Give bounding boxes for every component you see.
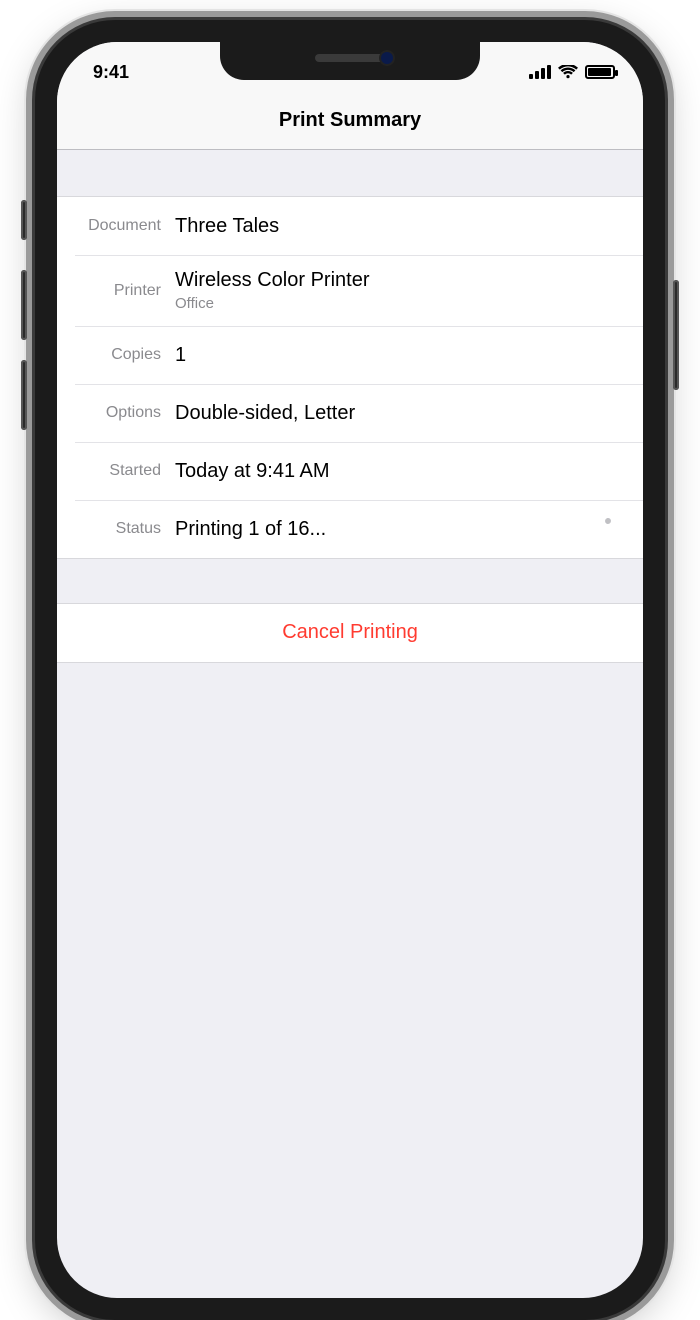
spinner-icon (597, 518, 619, 540)
status-time: 9:41 (93, 62, 129, 83)
row-printer-label: Printer (75, 282, 175, 300)
row-options-value: Double-sided, Letter (175, 401, 625, 426)
print-details-group: Document Three Tales Printer Wireless Co… (57, 196, 643, 559)
row-copies: Copies 1 (75, 326, 643, 384)
volume-up-button (21, 270, 27, 340)
wifi-icon (558, 65, 578, 79)
cancel-group: Cancel Printing (57, 603, 643, 663)
content: Document Three Tales Printer Wireless Co… (57, 150, 643, 663)
screen: 9:41 Print Summary Do (57, 42, 643, 1298)
row-started: Started Today at 9:41 AM (75, 442, 643, 500)
row-copies-value: 1 (175, 343, 625, 368)
row-printer-sub: Office (175, 295, 625, 314)
nav-bar: Print Summary (57, 92, 643, 150)
row-status: Status Printing 1 of 16... (75, 500, 643, 558)
mute-switch (21, 200, 27, 240)
row-started-value: Today at 9:41 AM (175, 459, 625, 484)
page-title: Print Summary (279, 109, 421, 132)
row-document-value: Three Tales (175, 214, 625, 239)
row-printer: Printer Wireless Color Printer Office (75, 255, 643, 326)
row-document: Document Three Tales (75, 197, 643, 255)
row-options: Options Double-sided, Letter (75, 384, 643, 442)
device-frame: 9:41 Print Summary Do (0, 0, 700, 1140)
battery-icon (585, 65, 615, 79)
side-button (673, 280, 679, 390)
phone-body: 9:41 Print Summary Do (35, 20, 665, 1320)
cellular-icon (529, 65, 551, 79)
row-copies-label: Copies (75, 346, 175, 364)
row-printer-value: Wireless Color Printer Office (175, 268, 625, 314)
cancel-printing-button[interactable]: Cancel Printing (57, 604, 643, 662)
row-started-label: Started (75, 462, 175, 480)
notch (220, 42, 480, 80)
row-document-label: Document (75, 217, 175, 235)
volume-down-button (21, 360, 27, 430)
row-options-label: Options (75, 404, 175, 422)
row-status-value: Printing 1 of 16... (175, 517, 597, 542)
row-status-label: Status (75, 520, 175, 538)
